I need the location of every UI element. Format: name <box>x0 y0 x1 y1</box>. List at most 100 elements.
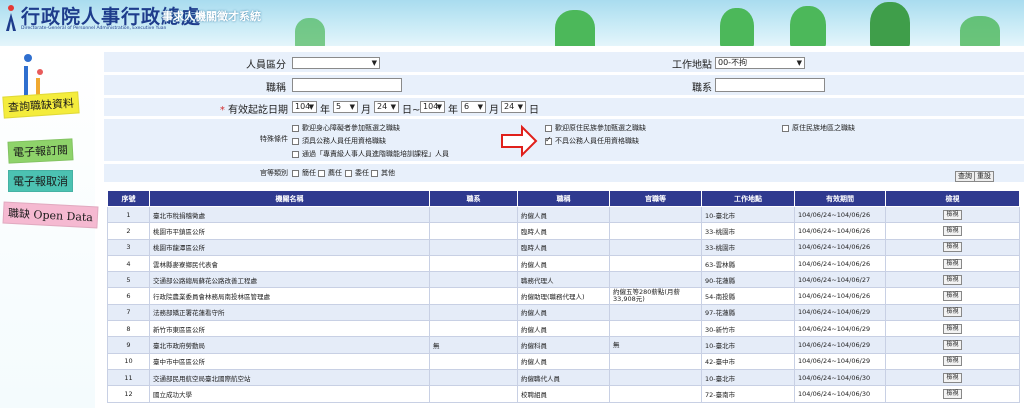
date-from-month-select[interactable]: 5 ▼ <box>333 101 358 113</box>
checkbox-non-civil-qualified[interactable]: 不具公務人員任用資格職缺 <box>545 135 639 146</box>
row-number: 2 <box>107 222 150 240</box>
column-header[interactable]: 工作地點 <box>701 190 795 207</box>
checkbox-indigenous-welcome[interactable]: 歡迎原住民族參加甄選之職缺 <box>545 123 646 133</box>
checkbox[interactable] <box>318 169 325 177</box>
org-name-cell: 新竹市東區區公所 <box>149 320 430 338</box>
job-title-cell: 約僱人員 <box>517 303 610 322</box>
work-location-select[interactable]: 00-不拘 ▼ <box>715 57 805 69</box>
checkbox[interactable] <box>545 135 552 145</box>
checkbox[interactable] <box>345 169 352 177</box>
checkbox-hr-training[interactable]: 通過「專責級人事人員進階職能培訓課程」人員 <box>292 149 449 159</box>
row-number: 5 <box>107 271 150 289</box>
view-button[interactable]: 檢視 <box>943 388 962 399</box>
series-cell: 無 <box>429 336 518 354</box>
column-header[interactable]: 機關名稱 <box>149 190 430 207</box>
view-button[interactable]: 檢視 <box>943 323 962 334</box>
period-cell: 104/06/24~104/06/30 <box>794 368 886 387</box>
row-number: 1 <box>107 205 150 224</box>
date-to-day-select[interactable]: 24 ▼ <box>501 101 526 113</box>
checkbox[interactable] <box>371 169 378 177</box>
date-to-month-select[interactable]: 6 ▼ <box>461 101 486 113</box>
checkbox[interactable] <box>292 150 299 158</box>
job-title-cell: 職務代理人 <box>517 271 610 289</box>
dept-input[interactable] <box>715 78 825 92</box>
view-cell: 檢視 <box>885 385 1020 403</box>
org-name-cell: 國立成功大學 <box>149 385 430 403</box>
org-name-cell: 桃園市龍潭區公所 <box>149 238 430 256</box>
checkbox[interactable] <box>292 124 299 132</box>
view-button[interactable]: 檢視 <box>943 340 962 351</box>
table-row: 5 交通部公路總局蘇花公路改善工程處 職務代理人 90-花蓮縣 104/06/24~10… <box>107 271 1020 289</box>
checkbox-civil-qualified[interactable]: 須具公務人員任用資格職缺 <box>292 136 386 146</box>
view-button[interactable]: 檢視 <box>943 356 962 367</box>
view-button[interactable]: 檢視 <box>943 225 962 236</box>
view-button[interactable]: 檢視 <box>943 209 962 220</box>
view-button[interactable]: 檢視 <box>943 258 962 269</box>
column-header[interactable]: 官職等 <box>609 190 702 207</box>
period-cell: 104/06/24~104/06/29 <box>794 336 886 354</box>
date-from-year-select[interactable]: 104 ▼ <box>292 101 317 113</box>
column-header: 檢視 <box>885 190 1020 207</box>
table-row: 4 雲林縣麥寮鄉民代表會 約僱人員 63-雲林縣 104/06/24~104/06/26… <box>107 254 1020 273</box>
org-name-cell: 臺北市稅捐稽徵處 <box>149 205 430 224</box>
view-button[interactable]: 檢視 <box>943 307 962 318</box>
checkbox[interactable] <box>782 124 789 132</box>
checkbox[interactable] <box>292 169 299 177</box>
rank-cell <box>609 320 702 338</box>
row-number: 11 <box>107 368 150 387</box>
unit-label: 月 <box>361 105 371 116</box>
chevron-down-icon: ▼ <box>308 103 314 111</box>
view-button[interactable]: 檢視 <box>943 242 962 253</box>
sidebar-item-unsubscribe[interactable]: 電子報取消 <box>8 170 73 192</box>
period-cell: 104/06/24~104/06/26 <box>794 238 886 256</box>
location-cell: 10-臺北市 <box>701 336 795 354</box>
checkbox-rank-other[interactable]: 其他 <box>371 168 395 178</box>
rank-cell <box>609 205 702 224</box>
view-button[interactable]: 檢視 <box>943 372 962 383</box>
rank-cell <box>609 385 702 403</box>
column-header[interactable]: 職系 <box>429 190 518 207</box>
checkbox-indigenous-area[interactable]: 原住民族地區之職缺 <box>782 123 855 133</box>
personnel-type-label: 人員區分 <box>246 60 286 71</box>
view-button[interactable]: 檢視 <box>943 291 962 302</box>
date-to-year-select[interactable]: 104 ▼ <box>420 101 445 113</box>
period-cell: 104/06/24~104/06/26 <box>794 222 886 240</box>
job-title-cell: 約僱人員 <box>517 320 610 338</box>
view-button[interactable]: 檢視 <box>943 274 962 285</box>
location-cell: 63-雲林縣 <box>701 254 795 273</box>
title-input[interactable] <box>292 78 402 92</box>
series-cell <box>429 271 518 289</box>
personnel-type-select[interactable]: ▼ <box>292 57 380 69</box>
column-header[interactable]: 有效期間 <box>794 190 886 207</box>
required-mark: * <box>219 105 225 116</box>
checkbox[interactable] <box>292 137 299 145</box>
valid-date-label: * 有效起訖日期 <box>219 105 288 116</box>
row-number: 7 <box>107 303 150 322</box>
table-row: 9 臺北市政府勞動局無約僱科員無 10-臺北市 104/06/24~104/06/29… <box>107 336 1020 354</box>
work-location-label: 工作地點 <box>672 60 712 71</box>
sidebar-item-label: 職缺 Open Data <box>7 206 94 225</box>
column-header[interactable]: 職稱 <box>517 190 610 207</box>
date-from-day-select[interactable]: 24 ▼ <box>374 101 399 113</box>
sidebar-item-label: 電子報取消 <box>13 175 68 188</box>
period-cell: 104/06/24~104/06/26 <box>794 287 886 305</box>
location-cell: 10-臺北市 <box>701 205 795 224</box>
checkbox[interactable] <box>545 124 552 132</box>
table-row: 2 桃園市平鎮區公所 臨時人員 33-桃園市 104/06/24~104/06/26 檢視 <box>107 222 1020 240</box>
sidebar-item-subscribe[interactable]: 電子報訂閱 <box>7 138 74 164</box>
unit-label: 年 <box>320 105 330 116</box>
figure-silhouette <box>555 10 595 46</box>
unit-label: 日~ <box>402 105 421 116</box>
series-cell <box>429 352 518 370</box>
location-cell: 10-臺北市 <box>701 368 795 387</box>
location-cell: 33-桃園市 <box>701 238 795 256</box>
checkbox-rank-junior[interactable]: 薦任 <box>318 168 342 178</box>
checkbox-rank-elementary[interactable]: 委任 <box>345 168 369 178</box>
search-button[interactable]: 查詢 <box>955 171 975 182</box>
checkbox-rank-senior[interactable]: 簡任 <box>292 168 316 178</box>
checkbox-disabled-welcome[interactable]: 歡迎身心障礙者參加甄選之職缺 <box>292 123 400 133</box>
reset-button[interactable]: 重設 <box>974 171 994 182</box>
logo-icon <box>6 5 16 31</box>
job-title-cell: 約僱職代人員 <box>517 368 610 387</box>
view-cell: 檢視 <box>885 336 1020 354</box>
